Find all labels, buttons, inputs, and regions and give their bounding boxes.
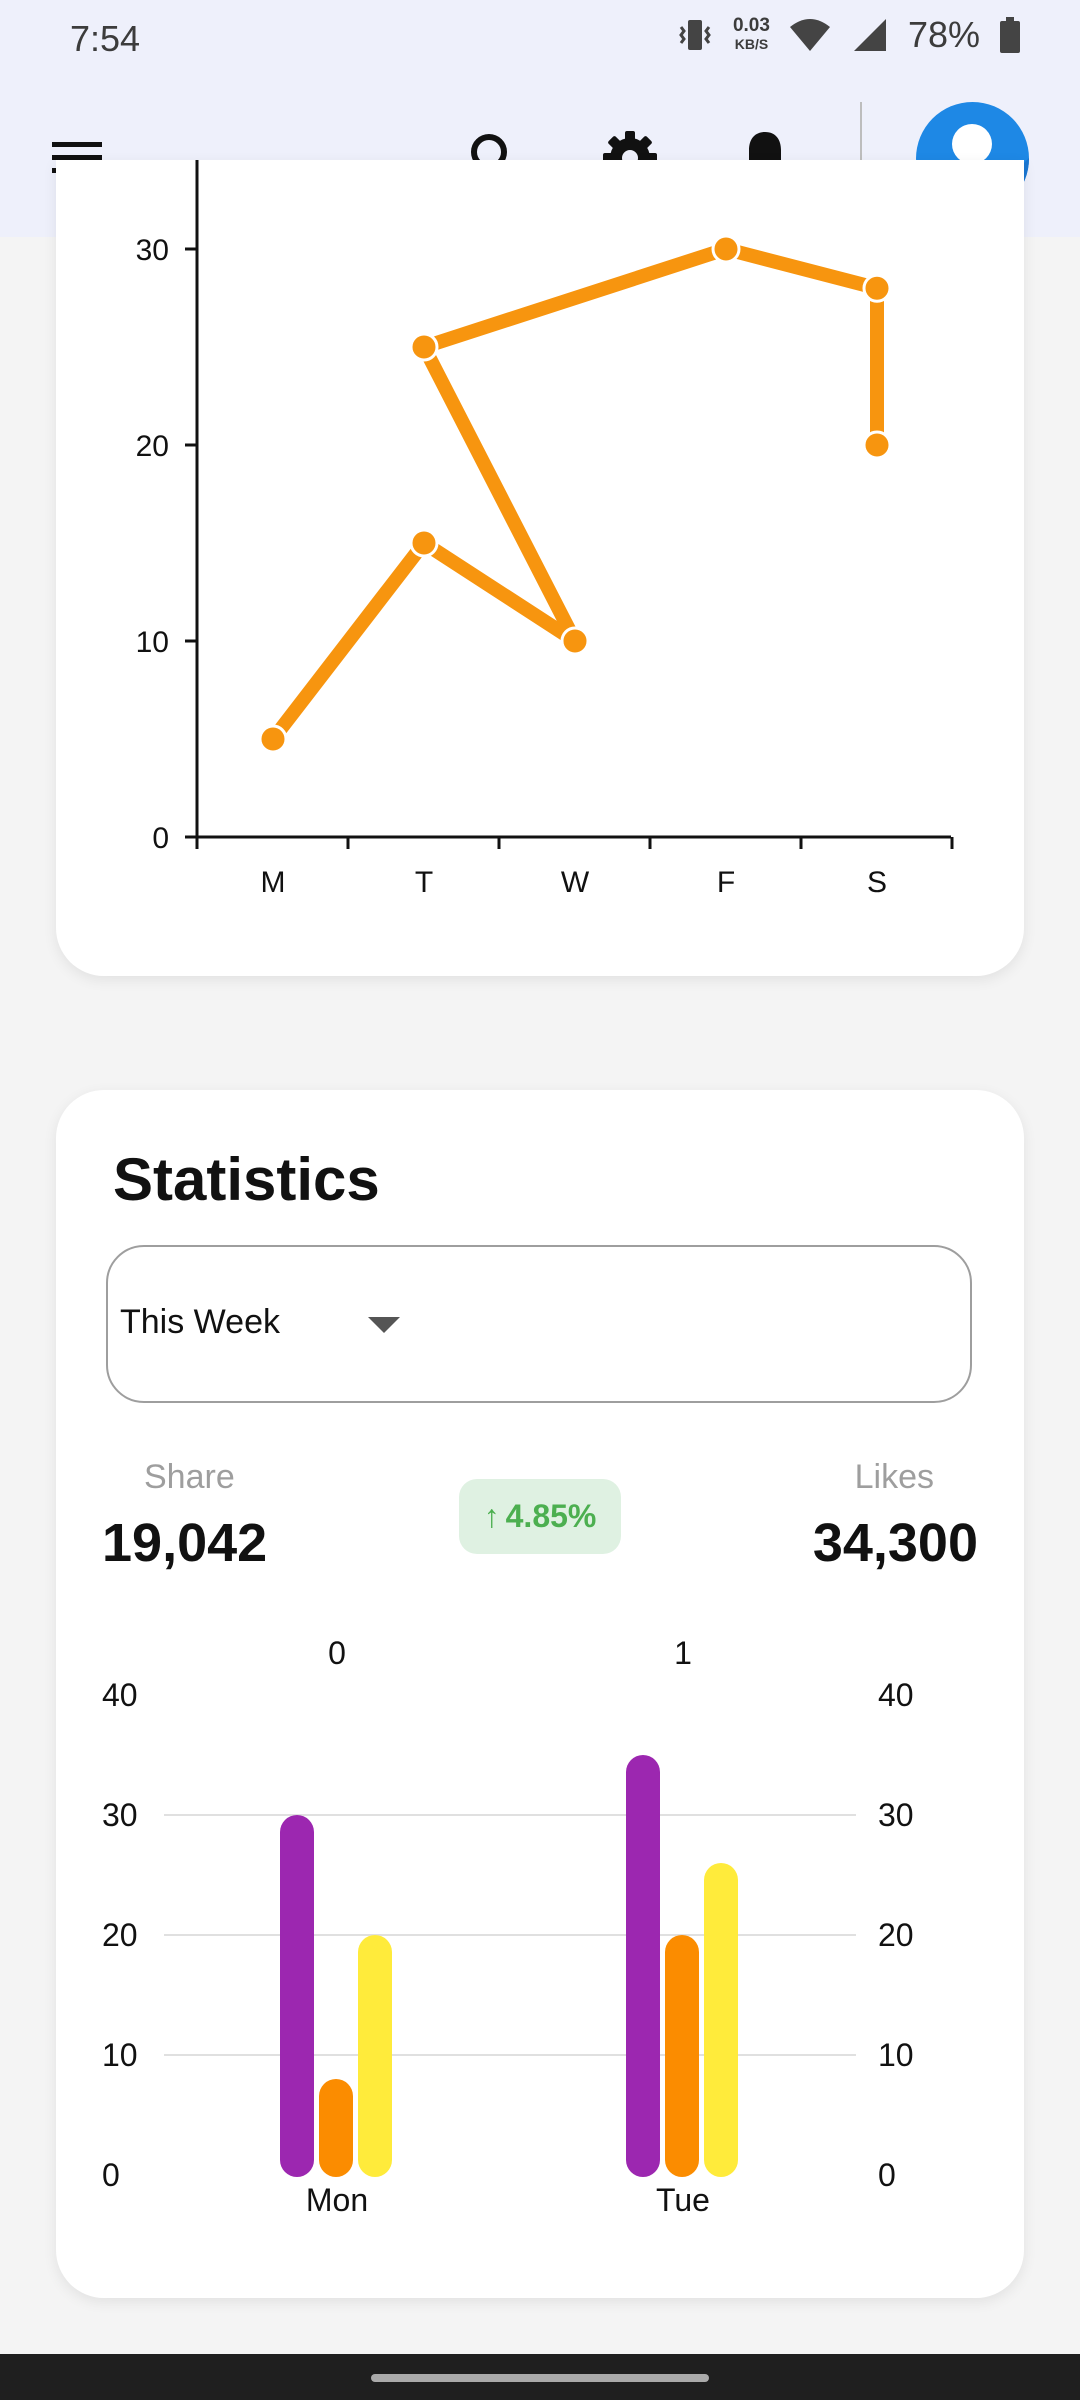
line-chart-x-tick-label: S <box>867 866 887 899</box>
status-time: 7:54 <box>70 18 141 59</box>
line-chart-y-tick-label: 20 <box>136 430 169 463</box>
line-chart-point <box>258 724 288 754</box>
line-chart-card: 0 10 20 30 M T W F S <box>56 160 1024 976</box>
likes-value: 34,300 <box>812 1513 978 1573</box>
line-chart: 0 10 20 30 M T W F S <box>136 160 954 899</box>
bar-chart-right-tick-label: 30 <box>878 1797 914 1833</box>
line-chart-y-tick-label: 0 <box>152 822 169 855</box>
line-chart-y-tick-label: 10 <box>136 626 169 659</box>
line-chart-point <box>862 430 892 460</box>
period-dropdown[interactable]: This Week <box>106 1245 972 1403</box>
status-bar: 7:54 0.03 KB/S 78% <box>0 0 1080 80</box>
bar-chart-bar <box>704 1863 738 2177</box>
status-icons: 0.03 KB/S 78% <box>675 14 1022 56</box>
line-chart-point <box>560 626 590 656</box>
share-value: 19,042 <box>102 1513 268 1573</box>
battery-icon <box>1000 17 1020 53</box>
line-chart-x-tick-label: F <box>717 866 735 899</box>
battery-percent: 78% <box>907 14 980 55</box>
navigation-bar <box>0 2354 1080 2400</box>
line-chart-point <box>409 528 439 558</box>
bar-chart: 0 0 10 10 20 20 30 30 40 40 Mon 0 Tue 1 <box>102 1635 914 2218</box>
network-speed-unit: KB/S <box>734 36 769 52</box>
bar-chart-right-tick-label: 40 <box>878 1677 914 1713</box>
line-chart-y-tick-label: 30 <box>136 234 169 267</box>
period-dropdown-value: This Week <box>120 1303 280 1341</box>
bar-chart-left-tick-label: 30 <box>102 1797 138 1833</box>
bar-chart-left-tick-label: 0 <box>102 2157 120 2193</box>
line-chart-series <box>266 242 884 746</box>
bar-chart-right-tick-label: 10 <box>878 2037 914 2073</box>
bar-chart-bar <box>665 1935 699 2177</box>
statistics-title: Statistics <box>113 1146 380 1213</box>
bar-chart-bar <box>358 1935 392 2177</box>
bar-chart-right-tick-label: 0 <box>878 2157 896 2193</box>
home-gesture-handle[interactable] <box>371 2374 709 2382</box>
bar-chart-bar <box>280 1815 314 2177</box>
bar-chart-group-top-label: 0 <box>328 1635 346 1671</box>
line-chart-point <box>862 273 892 303</box>
bar-chart-left-tick-label: 10 <box>102 2037 138 2073</box>
arrow-up-icon: ↑ <box>483 1498 500 1534</box>
bar-chart-category-label: Tue <box>656 2182 710 2218</box>
bar-chart-right-tick-label: 20 <box>878 1917 914 1953</box>
bar-chart-bar <box>626 1755 660 2177</box>
line-chart-x-tick-label: T <box>415 866 433 899</box>
bar-chart-group-top-label: 1 <box>674 1635 692 1671</box>
bar-chart-bar <box>319 2079 353 2177</box>
bar-chart-category-label: Mon <box>306 2182 368 2218</box>
bar-chart-left-tick-label: 40 <box>102 1677 138 1713</box>
change-badge: ↑ 4.85% <box>459 1479 621 1554</box>
line-chart-x-tick-label: M <box>261 866 286 899</box>
line-chart-point <box>409 332 439 362</box>
change-value: 4.85% <box>505 1498 597 1534</box>
bar-chart-left-tick-label: 20 <box>102 1917 138 1953</box>
signal-icon <box>853 19 886 51</box>
network-speed-value: 0.03 <box>732 15 770 36</box>
network-speed: 0.03 KB/S <box>733 16 770 54</box>
likes-label: Likes <box>854 1458 934 1496</box>
wifi-icon <box>789 19 830 51</box>
share-label: Share <box>144 1458 235 1496</box>
line-chart-point <box>711 234 741 264</box>
line-chart-x-tick-label: W <box>561 866 590 899</box>
statistics-card: Statistics This Week Share 19,042 ↑ 4.85… <box>56 1090 1024 2298</box>
vibrate-icon <box>679 20 711 50</box>
dropdown-arrow-icon <box>368 1317 400 1333</box>
